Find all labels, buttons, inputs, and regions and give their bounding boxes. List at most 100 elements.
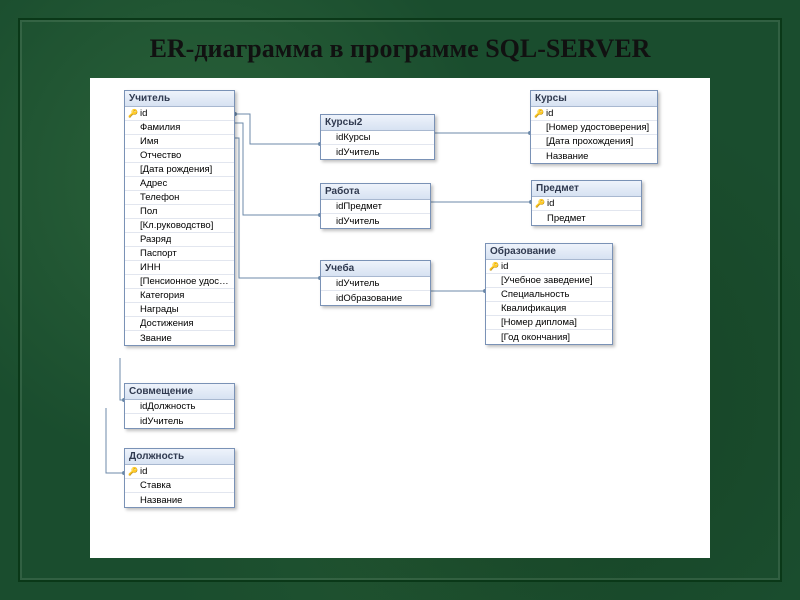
column-name: Фамилия: [140, 122, 180, 133]
column-name: [Номер удостоверения]: [546, 122, 649, 133]
column-row: 🔑id: [531, 107, 657, 121]
column-name: id: [140, 108, 147, 119]
column-name: id: [547, 198, 554, 209]
primary-key-icon: 🔑: [534, 199, 546, 208]
column-name: Пол: [140, 206, 157, 217]
column-name: Имя: [140, 136, 159, 147]
table-kursy2[interactable]: Курсы2 idКурсы idУчитель: [320, 114, 435, 160]
column-row: idУчитель: [321, 277, 430, 291]
column-row: Награды: [125, 303, 234, 317]
column-name: Отчество: [140, 150, 181, 161]
column-name: Название: [140, 495, 182, 506]
table-body: 🔑id Предмет: [532, 197, 641, 225]
column-row: Фамилия: [125, 121, 234, 135]
column-row: 🔑id: [486, 260, 612, 274]
column-row: Предмет: [532, 211, 641, 225]
column-name: Предмет: [547, 213, 586, 224]
diagram-canvas: Учитель 🔑idФамилияИмяОтчество[Дата рожде…: [90, 78, 710, 558]
table-teacher[interactable]: Учитель 🔑idФамилияИмяОтчество[Дата рожде…: [124, 90, 235, 346]
table-header: Образование: [486, 244, 612, 260]
primary-key-icon: 🔑: [533, 109, 545, 118]
table-ucheba[interactable]: Учеба idУчительidОбразование: [320, 260, 431, 306]
column-row: Звание: [125, 331, 234, 345]
table-kursy[interactable]: Курсы 🔑id[Номер удостоверения][Дата прох…: [530, 90, 658, 164]
column-name: idУчитель: [336, 216, 379, 227]
column-name: ИНН: [140, 262, 161, 273]
column-name: Разряд: [140, 234, 171, 245]
column-row: [Год окончания]: [486, 330, 612, 344]
column-row: Имя: [125, 135, 234, 149]
table-header: Совмещение: [125, 384, 234, 400]
column-row: idКурсы: [321, 131, 434, 145]
column-name: [Дата прохождения]: [546, 136, 633, 147]
column-row: Название: [531, 149, 657, 163]
column-name: Телефон: [140, 192, 179, 203]
column-row: Отчество: [125, 149, 234, 163]
column-name: Квалификация: [501, 303, 566, 314]
column-name: [Кл.руководство]: [140, 220, 213, 231]
column-name: Категория: [140, 290, 184, 301]
column-row: idУчитель: [321, 145, 434, 159]
primary-key-icon: 🔑: [488, 262, 500, 271]
table-body: idКурсы idУчитель: [321, 131, 434, 159]
column-row: Категория: [125, 289, 234, 303]
column-row: Название: [125, 493, 234, 507]
table-header: Курсы2: [321, 115, 434, 131]
column-row: idПредмет: [321, 200, 430, 214]
column-name: Паспорт: [140, 248, 177, 259]
column-row: [Номер диплома]: [486, 316, 612, 330]
column-row: Достижения: [125, 317, 234, 331]
column-name: idДолжность: [140, 401, 196, 412]
column-name: Специальность: [501, 289, 569, 300]
column-row: Специальность: [486, 288, 612, 302]
table-header: Должность: [125, 449, 234, 465]
primary-key-icon: 🔑: [127, 109, 139, 118]
column-name: [Дата рождения]: [140, 164, 212, 175]
column-name: [Год окончания]: [501, 332, 570, 343]
table-header: Курсы: [531, 91, 657, 107]
column-row: idУчитель: [321, 214, 430, 228]
table-predmet[interactable]: Предмет 🔑idПредмет: [531, 180, 642, 226]
table-body: idУчитель idОбразование: [321, 277, 430, 305]
column-row: Адрес: [125, 177, 234, 191]
column-row: Паспорт: [125, 247, 234, 261]
column-row: Пол: [125, 205, 234, 219]
column-name: idПредмет: [336, 201, 382, 212]
column-name: Ставка: [140, 480, 171, 491]
column-name: idКурсы: [336, 132, 370, 143]
column-row: Квалификация: [486, 302, 612, 316]
column-row: 🔑id: [125, 107, 234, 121]
table-header: Предмет: [532, 181, 641, 197]
column-name: idОбразование: [336, 293, 402, 304]
column-name: Награды: [140, 304, 179, 315]
column-name: Звание: [140, 333, 172, 344]
column-row: 🔑id: [125, 465, 234, 479]
column-row: [Дата прохождения]: [531, 135, 657, 149]
column-name: [Учебное заведение]: [501, 275, 593, 286]
column-name: [Пенсионное удостовер…: [140, 276, 230, 287]
table-dolzhnost[interactable]: Должность 🔑idСтавка Название: [124, 448, 235, 508]
column-row: Ставка: [125, 479, 234, 493]
column-name: idУчитель: [336, 278, 379, 289]
table-body: idДолжность idУчитель: [125, 400, 234, 428]
table-sovmeshchenie[interactable]: Совмещение idДолжность idУчитель: [124, 383, 235, 429]
column-name: idУчитель: [140, 416, 183, 427]
column-row: idОбразование: [321, 291, 430, 305]
column-name: Адрес: [140, 178, 167, 189]
column-row: [Номер удостоверения]: [531, 121, 657, 135]
column-name: [Номер диплома]: [501, 317, 577, 328]
column-row: ИНН: [125, 261, 234, 275]
column-row: [Дата рождения]: [125, 163, 234, 177]
table-obrazovanie[interactable]: Образование 🔑id[Учебное заведение] Специа…: [485, 243, 613, 345]
column-row: [Пенсионное удостовер…: [125, 275, 234, 289]
column-name: id: [546, 108, 553, 119]
table-body: 🔑id[Номер удостоверения][Дата прохождени…: [531, 107, 657, 163]
column-row: [Учебное заведение]: [486, 274, 612, 288]
table-body: 🔑idФамилияИмяОтчество[Дата рождения]Адре…: [125, 107, 234, 345]
table-rabota[interactable]: Работа idПредмет idУчитель: [320, 183, 431, 229]
column-row: idУчитель: [125, 414, 234, 428]
column-row: [Кл.руководство]: [125, 219, 234, 233]
table-body: 🔑id[Учебное заведение] Специальность Квали…: [486, 260, 612, 344]
table-header: Работа: [321, 184, 430, 200]
table-body: idПредмет idУчитель: [321, 200, 430, 228]
